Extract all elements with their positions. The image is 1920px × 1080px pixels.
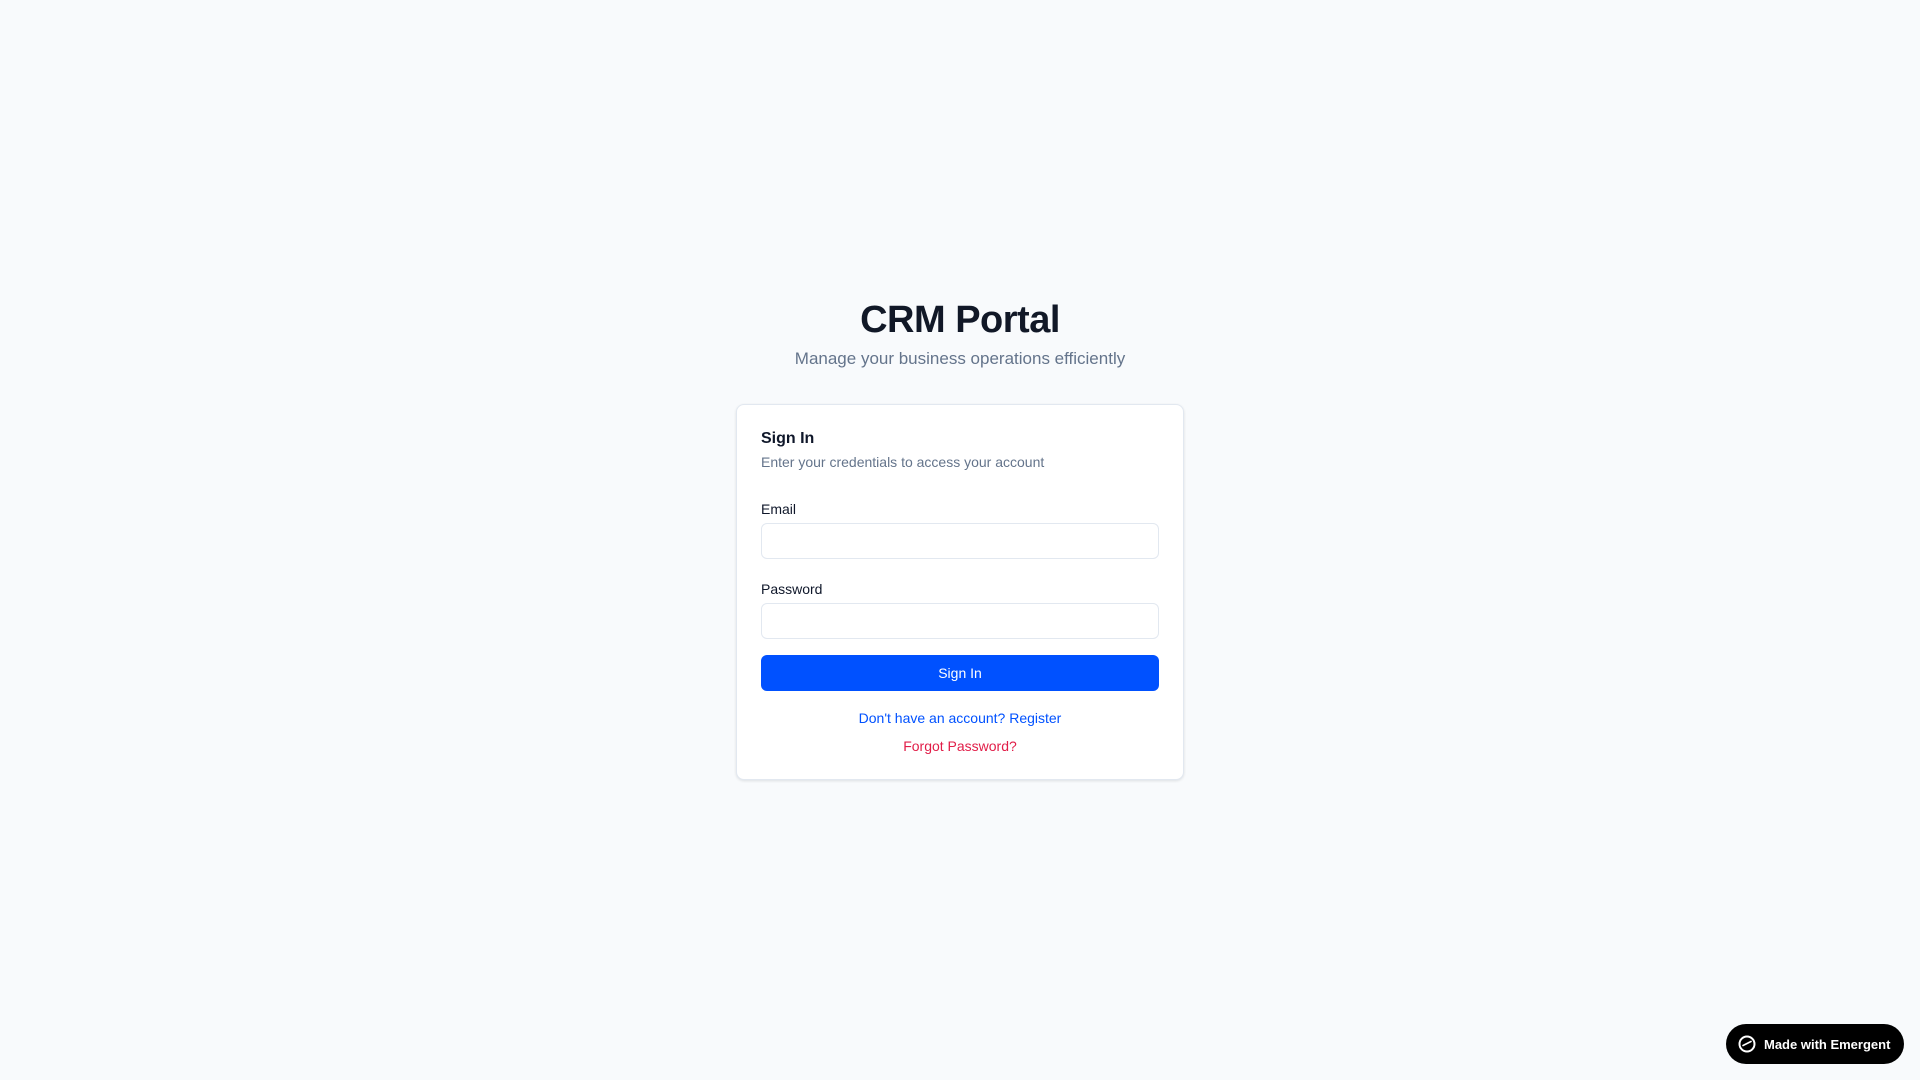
page-subtitle: Manage your business operations efficien…: [794, 349, 1126, 368]
card-description: Enter your credentials to access your ac…: [761, 454, 1045, 470]
made-with-emergent-badge[interactable]: Made with Emergent: [1726, 1024, 1904, 1064]
register-link[interactable]: Don't have an account? Register: [737, 708, 1183, 728]
password-label: Password: [761, 581, 823, 597]
email-label: Email: [761, 501, 797, 517]
badge-label: Made with Emergent: [1764, 1036, 1891, 1052]
password-field[interactable]: [761, 603, 1159, 639]
forgot-password-link[interactable]: Forgot Password?: [737, 736, 1183, 756]
login-card: Sign In Enter your credentials to access…: [736, 404, 1184, 780]
page-title: CRM Portal: [860, 299, 1060, 341]
login-page: CRM Portal Manage your business operatio…: [0, 0, 1920, 1080]
email-field[interactable]: [761, 523, 1159, 559]
emergent-logo-icon: [1738, 1035, 1756, 1053]
card-title: Sign In: [761, 430, 815, 447]
sign-in-button[interactable]: Sign In: [761, 655, 1159, 691]
